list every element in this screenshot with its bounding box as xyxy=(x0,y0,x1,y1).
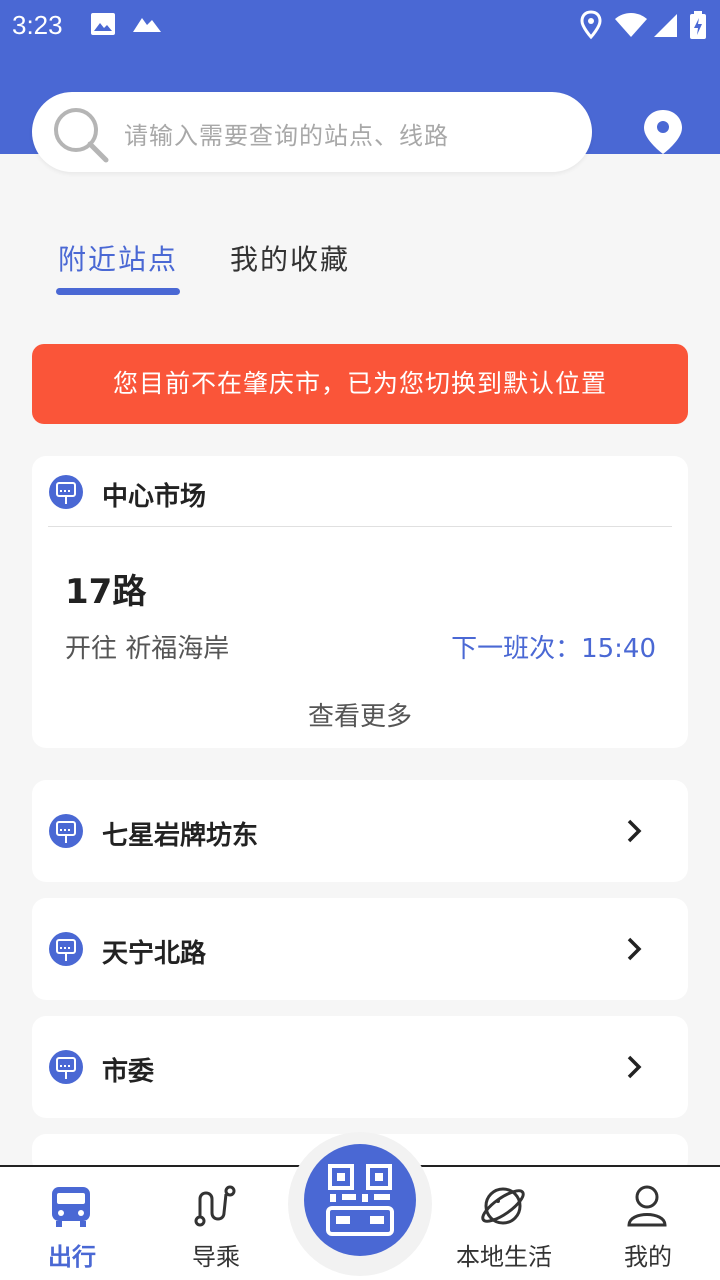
planet-icon xyxy=(481,1187,525,1225)
chevron-right-icon xyxy=(627,1055,642,1079)
search-placeholder[interactable]: 请输入需要查询的站点、线路 xyxy=(124,116,449,151)
nav-local-life[interactable]: 本地生活 xyxy=(434,1167,574,1280)
wifi-icon xyxy=(615,13,647,37)
bus-stop-icon xyxy=(49,1050,83,1084)
status-bar: 3:23 xyxy=(0,0,720,52)
search-icon xyxy=(54,108,109,163)
user-icon xyxy=(627,1185,667,1227)
image-notification-icon xyxy=(91,13,115,35)
nav-guide[interactable]: 导乘 xyxy=(146,1167,286,1280)
signal-icon xyxy=(654,14,677,37)
bus-stop-icon xyxy=(49,814,83,848)
mountain-notification-icon xyxy=(133,18,161,32)
status-time: 3:23 xyxy=(12,10,63,40)
nav-travel[interactable]: 出行 xyxy=(2,1167,142,1280)
stop-list-item[interactable]: 七星岩牌坊东 xyxy=(32,780,688,882)
nearest-stop-card[interactable]: 中心市场 17路 开往 祈福海岸 下一班次：15:40 查看更多 xyxy=(32,456,688,748)
search-bar[interactable]: 请输入需要查询的站点、线路 xyxy=(32,92,592,172)
qr-code-icon xyxy=(326,1164,394,1236)
tab-bar: 附近站点 我的收藏 xyxy=(0,230,720,300)
chevron-right-icon xyxy=(627,937,642,961)
location-status-icon xyxy=(580,10,602,40)
route-icon xyxy=(194,1185,236,1227)
stop-name: 天宁北路 xyxy=(102,939,207,969)
tab-favorites[interactable]: 我的收藏 xyxy=(230,238,350,278)
stop-list-item[interactable]: 天宁北路 xyxy=(32,898,688,1000)
route-direction: 开往 祈福海岸 xyxy=(65,634,230,664)
nav-label: 本地生活 xyxy=(456,1243,552,1271)
route-number: 17路 xyxy=(65,572,147,612)
view-more-button[interactable]: 查看更多 xyxy=(32,696,688,733)
battery-icon xyxy=(690,11,706,39)
nav-label: 我的 xyxy=(624,1243,672,1271)
location-alert-banner: 您目前不在肇庆市，已为您切换到默认位置 xyxy=(32,344,688,424)
qr-scan-button[interactable] xyxy=(304,1144,416,1256)
tab-nearby-stops[interactable]: 附近站点 xyxy=(58,238,178,278)
bus-stop-icon xyxy=(49,932,83,966)
stop-name: 七星岩牌坊东 xyxy=(102,821,259,851)
location-pin-icon[interactable] xyxy=(640,108,686,156)
active-tab-indicator xyxy=(56,288,180,295)
stop-name: 市委 xyxy=(102,1057,155,1087)
nav-label: 导乘 xyxy=(192,1243,240,1271)
bus-stop-icon xyxy=(49,475,83,509)
stop-list-item[interactable]: 市委 xyxy=(32,1016,688,1118)
nav-label: 出行 xyxy=(48,1243,96,1271)
bus-icon xyxy=(52,1187,90,1227)
stop-name: 中心市场 xyxy=(102,482,207,512)
chevron-right-icon xyxy=(627,819,642,843)
divider xyxy=(48,526,672,527)
next-bus-time: 下一班次：15:40 xyxy=(451,634,656,664)
nav-mine[interactable]: 我的 xyxy=(578,1167,718,1280)
